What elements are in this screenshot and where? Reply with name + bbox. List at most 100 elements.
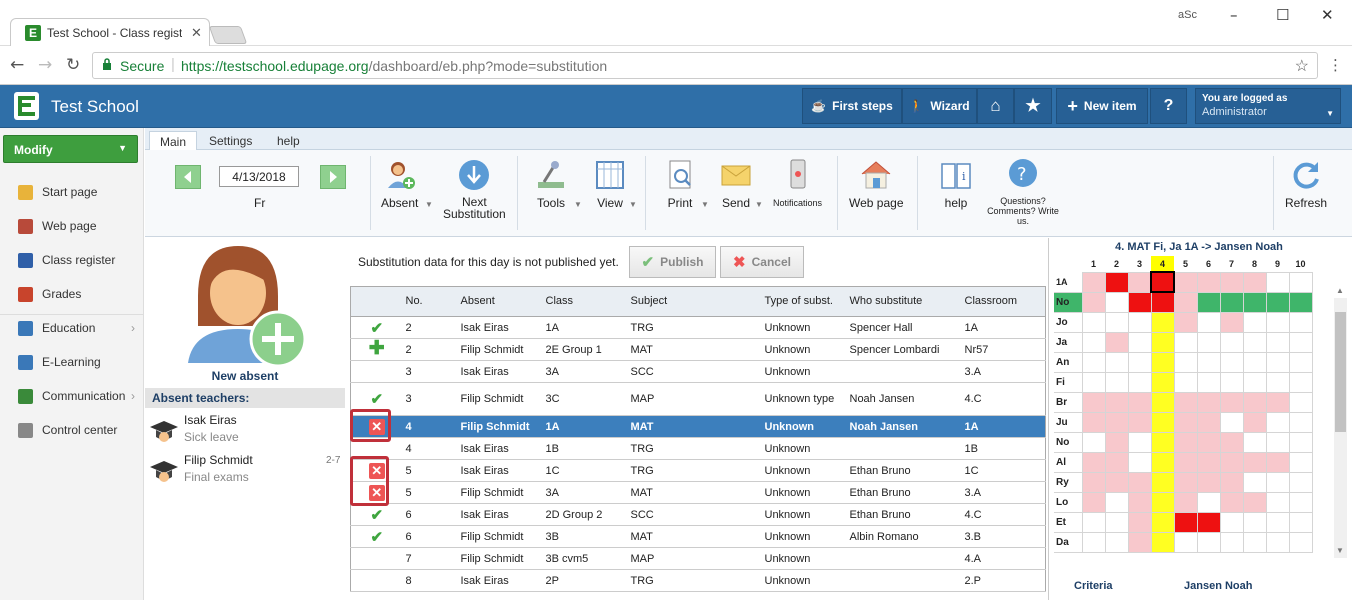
grid-cell[interactable] xyxy=(1196,351,1221,373)
send-dropdown-icon[interactable]: ▼ xyxy=(755,200,763,209)
questions-button[interactable]: ? Questions? Comments? Write us. xyxy=(983,158,1063,226)
col-class[interactable]: Class xyxy=(542,286,628,317)
grid-cell[interactable] xyxy=(1288,431,1313,453)
grid-cell[interactable] xyxy=(1104,271,1129,293)
grid-cell[interactable] xyxy=(1150,451,1175,473)
grid-cell[interactable] xyxy=(1127,391,1152,413)
grid-cell[interactable] xyxy=(1104,371,1129,393)
new-tab-button[interactable] xyxy=(208,26,248,44)
web-page-button[interactable]: Web page xyxy=(849,158,904,210)
grid-cell[interactable] xyxy=(1196,291,1221,313)
grid-cell[interactable] xyxy=(1150,511,1175,533)
send-button[interactable]: Send xyxy=(719,158,753,210)
col-type[interactable]: Type of subst. xyxy=(761,286,847,317)
grid-cell[interactable] xyxy=(1288,471,1313,493)
grid-cell[interactable] xyxy=(1173,291,1198,313)
grid-cell[interactable] xyxy=(1104,431,1129,453)
status-cell[interactable]: ✚ xyxy=(350,338,403,361)
grid-cell[interactable] xyxy=(1081,531,1106,553)
tools-button[interactable]: Tools xyxy=(534,158,568,210)
grid-cell[interactable] xyxy=(1288,331,1313,353)
minimize-icon[interactable]: – xyxy=(1230,6,1238,24)
grid-cell[interactable] xyxy=(1127,371,1152,393)
grid-cell[interactable] xyxy=(1219,271,1244,293)
favorites-star-icon[interactable]: ★ xyxy=(1014,88,1052,124)
grid-cell[interactable] xyxy=(1150,271,1175,293)
grid-cell[interactable] xyxy=(1196,331,1221,353)
grid-cell[interactable] xyxy=(1173,371,1198,393)
grid-cell[interactable] xyxy=(1265,391,1290,413)
grid-cell[interactable] xyxy=(1150,351,1175,373)
tab-main[interactable]: Main xyxy=(149,131,198,151)
print-button[interactable]: Print xyxy=(663,158,697,210)
grid-cell[interactable] xyxy=(1127,351,1152,373)
grid-cell[interactable] xyxy=(1150,331,1175,353)
publish-button[interactable]: ✔ Publish xyxy=(629,246,716,278)
grid-cell[interactable] xyxy=(1288,451,1313,473)
bookmark-star-icon[interactable]: ☆ xyxy=(1295,56,1309,76)
status-cell[interactable] xyxy=(350,547,403,570)
print-dropdown-icon[interactable]: ▼ xyxy=(701,200,709,209)
grid-scrollbar[interactable] xyxy=(1334,298,1347,558)
grid-cell[interactable] xyxy=(1127,491,1152,513)
grid-cell[interactable] xyxy=(1242,311,1267,333)
grid-cell[interactable] xyxy=(1081,351,1106,373)
date-field[interactable]: 4/13/2018 xyxy=(219,166,299,187)
previous-day-button[interactable] xyxy=(175,165,201,189)
help-button[interactable]: ? xyxy=(1150,88,1187,124)
grid-cell[interactable] xyxy=(1081,411,1106,433)
grid-cell[interactable] xyxy=(1127,271,1152,293)
tab-close-icon[interactable]: ✕ xyxy=(191,25,202,41)
view-button[interactable]: View xyxy=(593,158,627,210)
forward-icon[interactable]: → xyxy=(38,55,52,75)
grid-cell[interactable] xyxy=(1173,311,1198,333)
grid-cell[interactable] xyxy=(1173,511,1198,533)
grid-cell[interactable] xyxy=(1265,311,1290,333)
sidebar-item-grades[interactable]: Grades xyxy=(0,280,143,308)
grid-cell[interactable] xyxy=(1265,531,1290,553)
grid-cell[interactable] xyxy=(1127,451,1152,473)
grid-cell[interactable] xyxy=(1242,431,1267,453)
grid-cell[interactable] xyxy=(1219,471,1244,493)
grid-cell[interactable] xyxy=(1219,291,1244,313)
grid-cell[interactable] xyxy=(1265,511,1290,533)
table-row[interactable]: 7 Filip Schmidt 3B cvm5 MAP Unknown 4.A xyxy=(350,547,1046,570)
grid-cell[interactable] xyxy=(1265,331,1290,353)
grid-cell[interactable] xyxy=(1219,371,1244,393)
wizard-button[interactable]: 🚶 Wizard xyxy=(902,88,977,124)
grid-cell[interactable] xyxy=(1219,431,1244,453)
table-row[interactable]: ✕ 5 Filip Schmidt 3A MAT Unknown Ethan Bruno 3.… xyxy=(350,481,1046,504)
grid-cell[interactable] xyxy=(1196,271,1221,293)
absent-teacher-item[interactable]: Isak Eiras Sick leave xyxy=(145,412,345,448)
grid-cell[interactable] xyxy=(1150,491,1175,513)
grid-cell[interactable] xyxy=(1173,531,1198,553)
grid-cell[interactable] xyxy=(1242,331,1267,353)
status-cell[interactable] xyxy=(350,360,403,383)
new-absent-button[interactable] xyxy=(183,241,308,371)
grid-cell[interactable] xyxy=(1104,531,1129,553)
help-ribbon-button[interactable]: i help xyxy=(939,158,973,210)
grid-cell[interactable] xyxy=(1104,451,1129,473)
grid-cell[interactable] xyxy=(1104,471,1129,493)
grid-cell[interactable] xyxy=(1104,351,1129,373)
grid-cell[interactable] xyxy=(1288,531,1313,553)
grid-cell[interactable] xyxy=(1173,331,1198,353)
grid-cell[interactable] xyxy=(1196,311,1221,333)
sidebar-item-class-register[interactable]: Class register xyxy=(0,246,143,274)
grid-cell[interactable] xyxy=(1150,531,1175,553)
grid-cell[interactable] xyxy=(1288,371,1313,393)
grid-cell[interactable] xyxy=(1081,491,1106,513)
grid-cell[interactable] xyxy=(1265,271,1290,293)
grid-cell[interactable] xyxy=(1219,491,1244,513)
grid-cell[interactable] xyxy=(1242,491,1267,513)
col-who[interactable]: Who substitute xyxy=(846,286,962,317)
back-icon[interactable]: ← xyxy=(10,55,24,75)
col-no[interactable]: No. xyxy=(402,286,458,317)
status-cell[interactable] xyxy=(350,569,403,592)
grid-cell[interactable] xyxy=(1196,411,1221,433)
tools-dropdown-icon[interactable]: ▼ xyxy=(574,200,582,209)
table-row[interactable]: ✔ 6 Isak Eiras 2D Group 2 SCC Unknown Ethan Br… xyxy=(350,503,1046,526)
next-day-button[interactable] xyxy=(320,165,346,189)
table-row[interactable]: ✔ 6 Filip Schmidt 3B MAT Unknown Albin Romano 3… xyxy=(350,525,1046,548)
grid-cell[interactable] xyxy=(1196,431,1221,453)
